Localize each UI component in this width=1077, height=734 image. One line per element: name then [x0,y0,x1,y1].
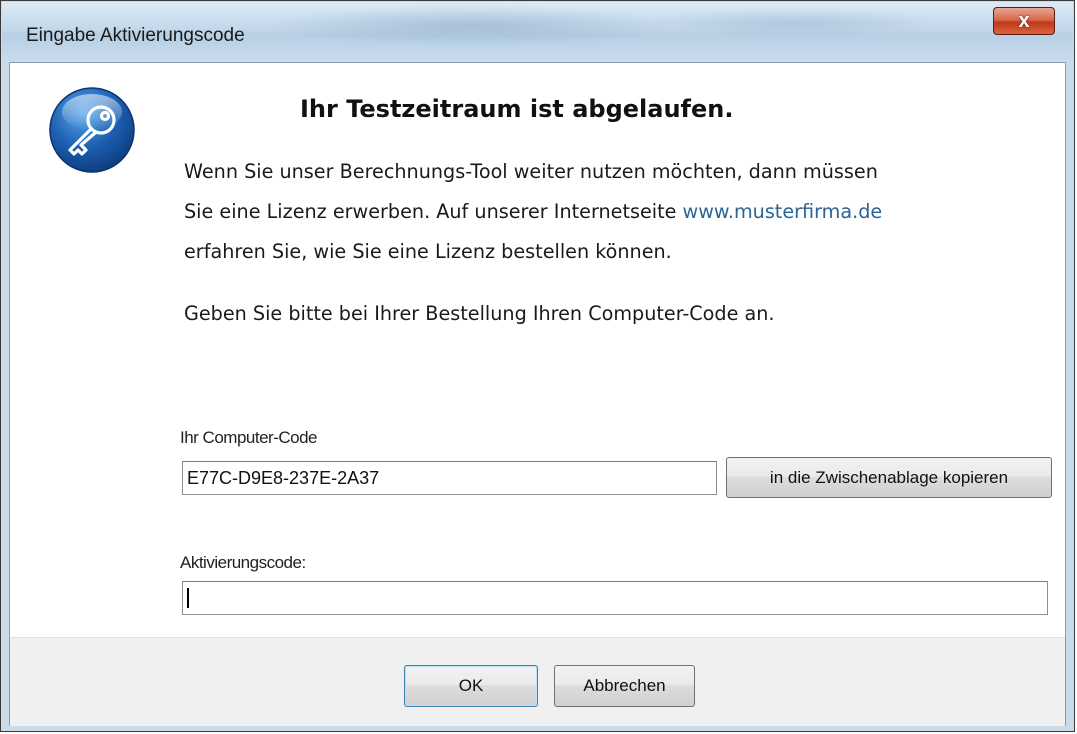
window-title: Eingabe Aktivierungscode [26,25,245,46]
close-icon: x [1018,10,1030,32]
website-link[interactable]: www.musterfirma.de [683,200,883,223]
dialog-client-area: Ihr Testzeitraum ist abgelaufen. Wenn Si… [9,62,1066,726]
computer-code-value: E77C-D9E8-237E-2A37 [187,467,380,488]
close-button[interactable]: x [993,7,1055,35]
key-icon [49,87,135,173]
title-bar[interactable]: Eingabe Aktivierungscode x [2,2,1073,62]
info-text-line-2-prefix: Sie eine Lizenz erwerben. Auf unserer In… [184,200,683,223]
cancel-button[interactable]: Abbrechen [554,665,695,707]
activation-code-input[interactable] [182,581,1048,615]
ok-button[interactable]: OK [404,665,538,707]
headline: Ihr Testzeitraum ist abgelaufen. [300,95,734,123]
activation-code-label: Aktivierungscode: [180,553,306,572]
button-bar: OK Abbrechen [10,637,1065,726]
title-bar-glass [642,8,942,38]
copy-to-clipboard-button[interactable]: in die Zwischenablage kopieren [726,457,1052,498]
computer-code-label: Ihr Computer-Code [180,428,318,447]
computer-code-field[interactable]: E77C-D9E8-237E-2A37 [182,461,717,495]
dialog-window: Eingabe Aktivierungscode x Ihr Testzeitr… [0,0,1075,732]
info-text-line-3: erfahren Sie, wie Sie eine Lizenz bestel… [184,240,672,263]
order-hint-text: Geben Sie bitte bei Ihrer Bestellung Ihr… [184,302,775,325]
info-text-line-1: Wenn Sie unser Berechnungs-Tool weiter n… [184,160,878,183]
info-text-line-2: Sie eine Lizenz erwerben. Auf unserer In… [184,200,882,223]
title-bar-glass [262,6,682,46]
text-caret [187,588,189,608]
